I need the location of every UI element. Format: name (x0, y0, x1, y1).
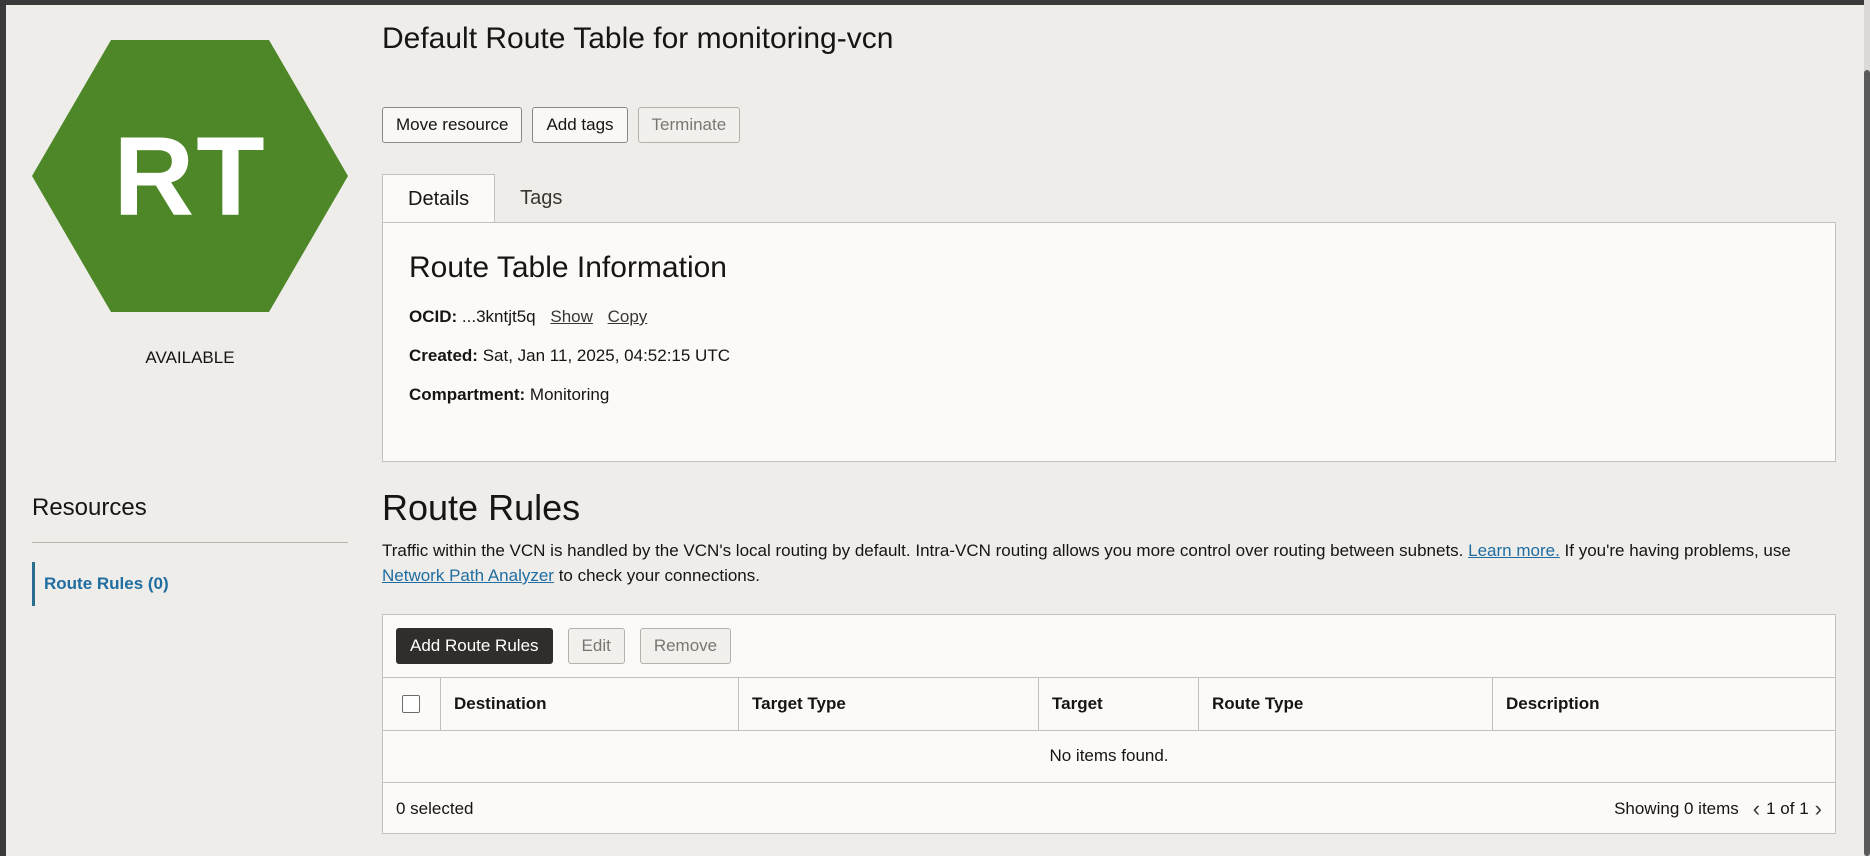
sidebar-item-route-rules[interactable]: Route Rules (0) (32, 562, 169, 606)
column-destination[interactable]: Destination (441, 678, 739, 730)
show-ocid-link[interactable]: Show (550, 307, 593, 326)
details-panel: Route Table Information OCID: ...3kntjt5… (382, 222, 1836, 462)
divider (32, 542, 348, 543)
ocid-value: ...3kntjt5q (461, 307, 536, 326)
resources-heading: Resources (32, 494, 147, 521)
created-value: Sat, Jan 11, 2025, 04:52:15 UTC (482, 346, 730, 365)
page-controls: ‹ 1 of 1 › (1753, 798, 1822, 820)
created-row: Created: Sat, Jan 11, 2025, 04:52:15 UTC (409, 346, 730, 366)
network-path-analyzer-link[interactable]: Network Path Analyzer (382, 566, 554, 585)
learn-more-link[interactable]: Learn more. (1468, 541, 1560, 560)
tab-bar: Details Tags (382, 174, 587, 223)
resource-icon-text: RT (113, 113, 267, 239)
window-left-border (0, 0, 6, 856)
resource-icon: RT (32, 40, 348, 312)
ocid-row: OCID: ...3kntjt5q Show Copy (409, 307, 647, 327)
copy-ocid-link[interactable]: Copy (608, 307, 648, 326)
select-all-checkbox[interactable] (402, 695, 420, 713)
compartment-value: Monitoring (529, 385, 610, 404)
edit-button[interactable]: Edit (567, 628, 625, 664)
info-title: Route Table Information (409, 251, 727, 284)
tab-tags[interactable]: Tags (495, 174, 587, 222)
created-label: Created: (409, 346, 478, 365)
chevron-right-icon[interactable]: › (1815, 798, 1822, 820)
page-title: Default Route Table for monitoring-vcn (382, 22, 894, 55)
action-toolbar: Move resource Add tags Terminate (382, 107, 741, 143)
column-target-type[interactable]: Target Type (739, 678, 1039, 730)
column-route-type[interactable]: Route Type (1199, 678, 1493, 730)
status-label: AVAILABLE (145, 348, 235, 367)
select-all-cell (383, 678, 441, 730)
empty-state-row: No items found. (383, 730, 1835, 783)
page-indicator: 1 of 1 (1766, 799, 1809, 818)
compartment-label: Compartment: (409, 385, 526, 404)
table-footer: 0 selected Showing 0 items ‹ 1 of 1 › (396, 783, 1822, 835)
add-route-rules-button[interactable]: Add Route Rules (396, 628, 553, 664)
table-toolbar: Add Route Rules Edit Remove (396, 628, 732, 664)
pagination: Showing 0 items ‹ 1 of 1 › (1614, 798, 1822, 820)
selected-count: 0 selected (396, 799, 474, 818)
window-top-border (0, 0, 1870, 5)
terminate-button[interactable]: Terminate (637, 107, 741, 143)
route-rules-table: Add Route Rules Edit Remove Destination … (382, 614, 1836, 834)
tab-details[interactable]: Details (382, 174, 496, 223)
resource-summary: RT AVAILABLE (32, 40, 348, 368)
table-header: Destination Target Type Target Route Typ… (383, 677, 1835, 731)
column-target[interactable]: Target (1039, 678, 1199, 730)
route-rules-description: Traffic within the VCN is handled by the… (382, 538, 1836, 588)
ocid-label: OCID: (409, 307, 458, 326)
desc-text-2: If you're having problems, use (1564, 541, 1791, 560)
remove-button[interactable]: Remove (639, 628, 732, 664)
compartment-row: Compartment: Monitoring (409, 385, 609, 405)
scrollbar-thumb[interactable] (1864, 70, 1870, 856)
desc-text-1: Traffic within the VCN is handled by the… (382, 541, 1464, 560)
add-tags-button[interactable]: Add tags (532, 107, 628, 143)
desc-text-3: to check your connections. (558, 566, 760, 585)
showing-count: Showing 0 items (1614, 799, 1739, 818)
route-rules-title: Route Rules (382, 487, 581, 528)
chevron-left-icon[interactable]: ‹ (1753, 798, 1760, 820)
move-resource-button[interactable]: Move resource (382, 107, 523, 143)
column-description[interactable]: Description (1493, 678, 1835, 730)
